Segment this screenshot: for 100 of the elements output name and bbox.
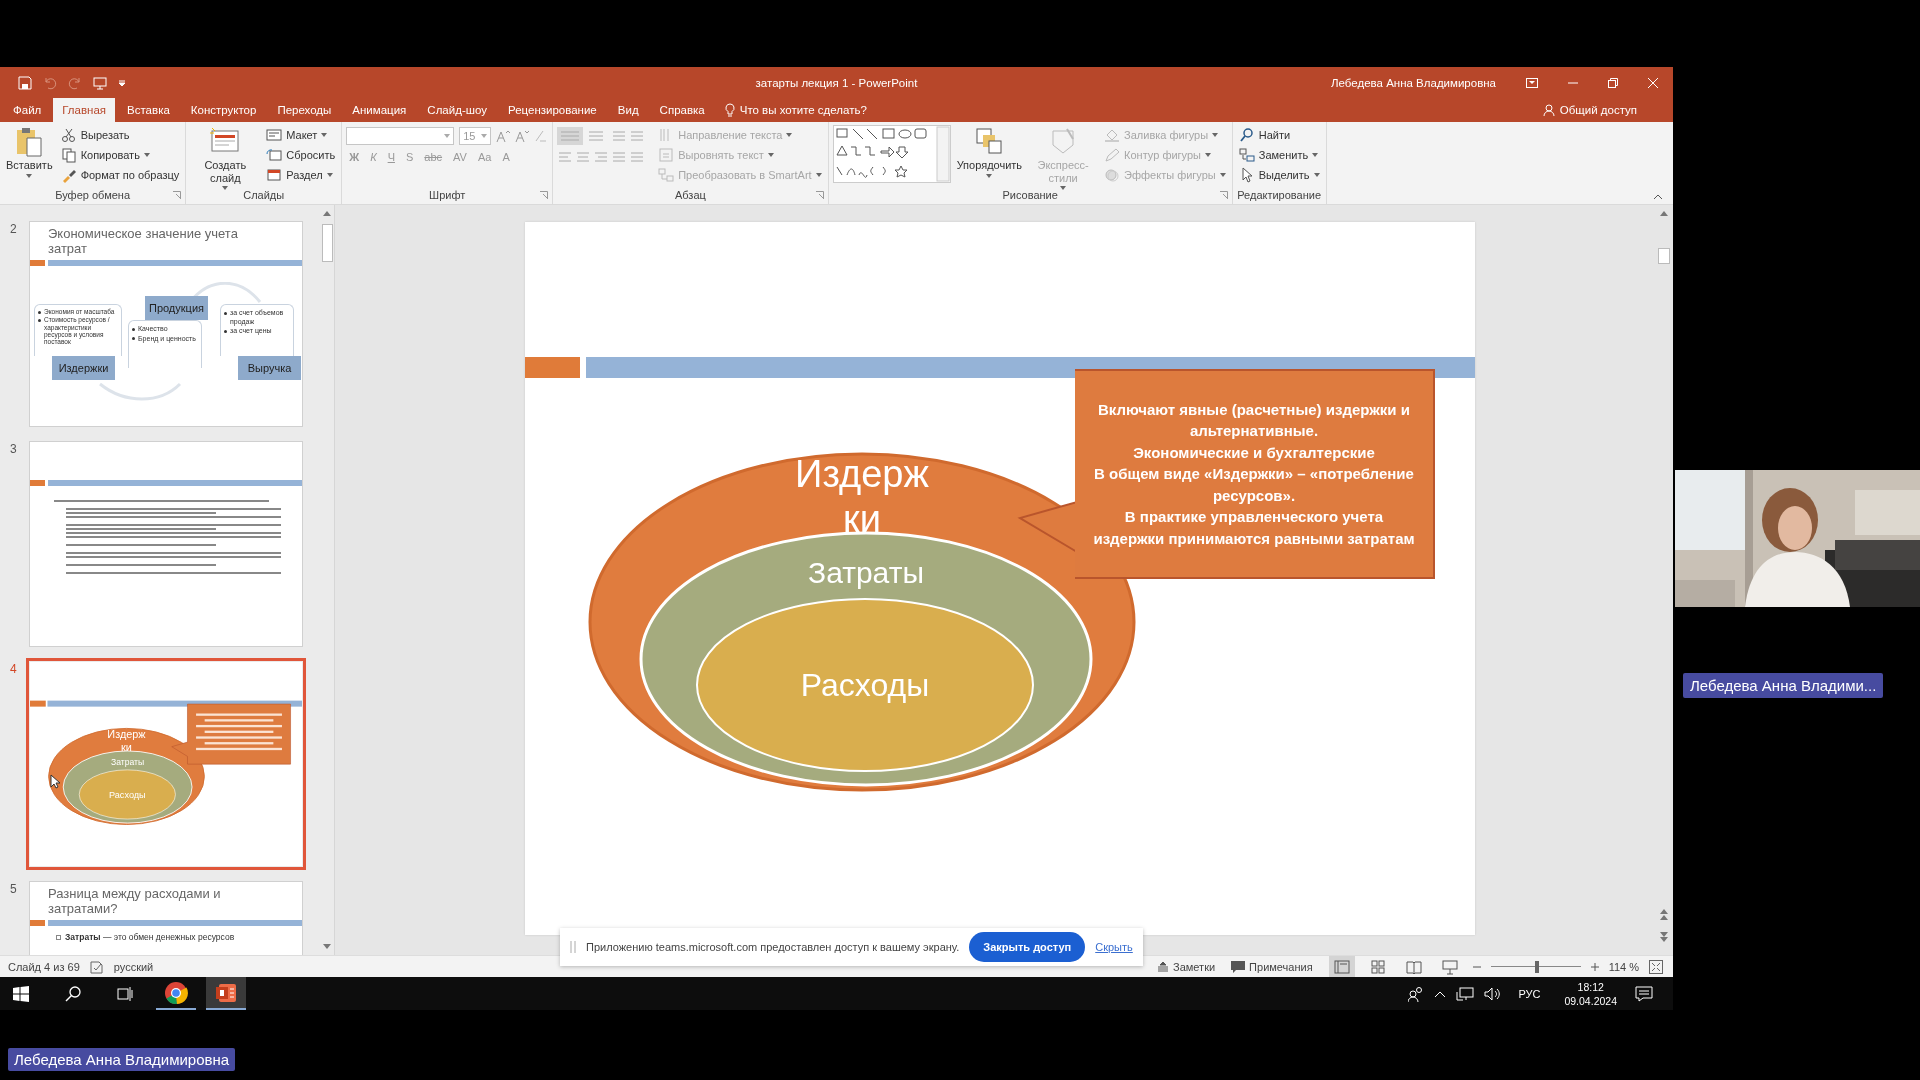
accent-bar [30, 920, 45, 926]
lightbulb-icon [724, 103, 735, 117]
ribbon-button[interactable]: Копировать [58, 145, 182, 164]
ribbon-button[interactable]: Вставить [4, 125, 55, 178]
accent-bar [525, 357, 580, 378]
shape-label: Расходы [109, 789, 146, 800]
slide-title: Разница между расходами и затратами? [48, 887, 222, 917]
ribbon-tab[interactable]: Файл [4, 98, 51, 122]
caret-icon [143, 152, 150, 157]
ribbon-tab[interactable]: Главная [53, 98, 116, 122]
ribbon-button[interactable]: Макет [264, 125, 338, 144]
ribbon-tab[interactable]: Слайд-шоу [418, 98, 496, 122]
people-icon[interactable] [1408, 985, 1425, 1002]
scroll-up-icon[interactable] [1660, 211, 1668, 216]
ribbon-tab[interactable]: Конструктор [181, 98, 266, 122]
format-button[interactable]: abc [421, 151, 446, 163]
section-icon [266, 166, 283, 183]
close-icon[interactable] [1648, 77, 1658, 88]
tell-me-search[interactable]: Что вы хотите сделать? [716, 98, 875, 122]
presentation-icon[interactable] [93, 75, 107, 90]
search-icon[interactable] [65, 985, 81, 1002]
ribbon-display-icon[interactable] [1526, 77, 1538, 88]
ribbon-button[interactable]: Упорядочить [954, 125, 1025, 178]
dialog-launcher-icon[interactable] [173, 191, 182, 199]
undo-icon[interactable] [43, 75, 57, 90]
fit-slide-icon[interactable] [1649, 959, 1663, 974]
font-size-field[interactable]: 15 [459, 127, 492, 145]
dialog-launcher-icon[interactable] [1219, 191, 1228, 199]
scrollbar-thumb[interactable] [321, 224, 333, 262]
slide-thumbnail[interactable] [30, 442, 302, 646]
ribbon-button[interactable]: Раздел [264, 165, 338, 184]
ribbon-button[interactable]: Вырезать [58, 125, 182, 144]
hide-link[interactable]: Скрыть [1095, 941, 1133, 953]
network-icon[interactable] [1456, 986, 1475, 1001]
format-button[interactable]: К [367, 151, 380, 163]
ribbon-button[interactable]: Найти [1236, 125, 1322, 144]
stop-sharing-button[interactable]: Закрыть доступ [969, 932, 1086, 962]
clock-date[interactable]: 09.04.2024 [1564, 993, 1617, 1008]
redo-icon[interactable] [68, 75, 82, 90]
scrollbar-thumb[interactable] [1658, 248, 1670, 264]
comments-button[interactable]: Примечания [1231, 960, 1313, 973]
share-button[interactable]: Общий доступ [1542, 98, 1673, 122]
ribbon-button[interactable]: Выделить [1236, 165, 1322, 184]
collapse-ribbon-icon[interactable] [1653, 194, 1663, 200]
view-button[interactable] [1328, 956, 1355, 977]
scrollbar[interactable] [320, 205, 335, 955]
ribbon-tab[interactable]: Вставка [118, 98, 179, 122]
ribbon-button[interactable]: Заменить [1236, 145, 1322, 164]
customize-icon[interactable] [118, 78, 126, 87]
shape-label: Расходы [800, 667, 930, 703]
restore-icon[interactable] [1608, 77, 1618, 88]
clock-time[interactable]: 18:12 [1577, 979, 1604, 994]
notification-icon[interactable] [1635, 985, 1653, 1002]
pencil-icon [1104, 146, 1121, 163]
shrink-font-icon[interactable] [515, 129, 530, 143]
shapes-gallery[interactable] [832, 125, 951, 183]
task-view-icon[interactable] [117, 985, 133, 1002]
dialog-launcher-icon[interactable] [815, 191, 824, 199]
font-name-field[interactable] [346, 127, 455, 145]
shape-label: Издерж ки [795, 453, 929, 540]
format-button[interactable]: AV [450, 151, 470, 163]
zoom-in-icon[interactable] [1590, 962, 1599, 971]
input-language[interactable]: РУС [1518, 987, 1541, 1000]
volume-icon[interactable] [1484, 986, 1503, 1001]
zoom-level[interactable]: 114 % [1608, 960, 1639, 973]
slider-thumb[interactable] [1535, 960, 1540, 973]
ribbon-tab[interactable]: Справка [650, 98, 714, 122]
caret-icon [767, 152, 774, 157]
ribbon-button[interactable]: Сбросить [264, 145, 338, 164]
dialog-launcher-icon[interactable] [540, 191, 549, 199]
accent-bar [30, 480, 45, 486]
bullet-icon [132, 337, 135, 340]
ribbon-tab[interactable]: Рецензирование [498, 98, 606, 122]
notes-button[interactable]: Заметки [1157, 960, 1216, 973]
reset-icon [266, 146, 283, 163]
align-text-icon [658, 146, 675, 163]
ribbon-tab[interactable]: Анимация [343, 98, 416, 122]
ribbon-button[interactable]: Создать слайд [190, 125, 261, 191]
ribbon-tab[interactable]: Вид [608, 98, 648, 122]
ribbon-button[interactable]: Формат по образцу [58, 165, 182, 184]
chevron-up-icon[interactable] [1434, 989, 1447, 998]
language-indicator[interactable]: русский [113, 960, 154, 973]
save-icon[interactable] [18, 75, 32, 90]
share-message: Приложению teams.microsoft.com предоставлен доступ к вашему экрану. [586, 941, 960, 953]
scroll-down-icon[interactable] [323, 944, 331, 949]
callout-pointer [1017, 500, 1078, 554]
windows-start-icon[interactable] [13, 985, 29, 1002]
slide-thumbnail[interactable] [30, 222, 302, 426]
accent-bar [30, 700, 46, 707]
spell-check-icon[interactable] [89, 959, 104, 974]
taskbar-app[interactable] [206, 977, 246, 1010]
grow-font-icon[interactable] [496, 129, 511, 143]
slide-thumbnail[interactable]: Разница между расходами и затратами? Затраты — это обмен денежных ресурсов [30, 882, 302, 955]
scroll-up-icon[interactable] [323, 211, 331, 216]
drag-handle-icon[interactable] [570, 941, 576, 953]
ribbon-tab[interactable]: Переходы [268, 98, 341, 122]
caret-icon [1205, 152, 1211, 157]
format-button[interactable]: Ч [384, 151, 398, 163]
slideshow-icon [1440, 957, 1459, 976]
bullet-icon [224, 329, 227, 333]
